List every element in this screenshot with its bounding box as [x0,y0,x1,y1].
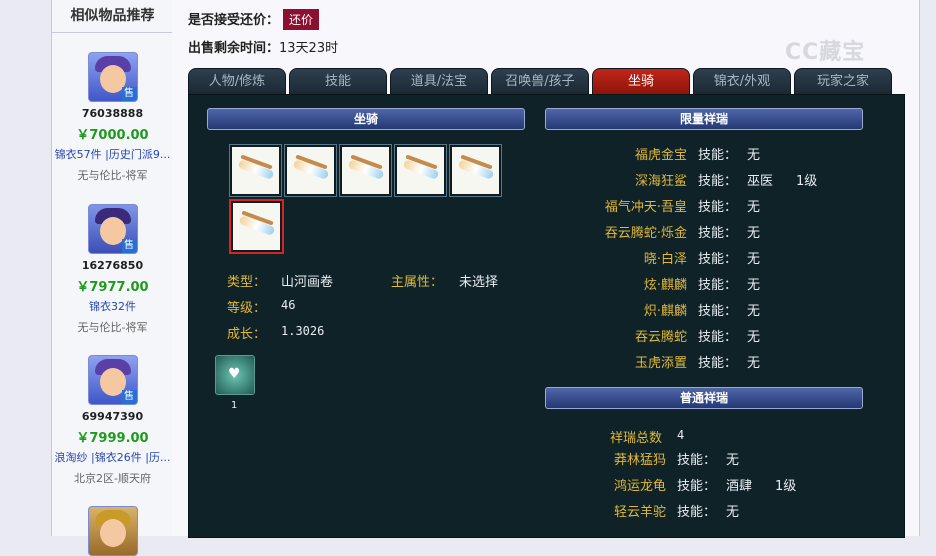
recommend-item[interactable]: 售 69947390 ￥7999.00 浪淘纱 |锦衣26件 |历... 北京2… [52,355,173,486]
skill-level: 1级 [775,479,797,494]
skill-label: 技能： [698,278,738,293]
recommend-item[interactable] [52,506,173,556]
skill-value: 无 [747,226,761,241]
haggle-label: 是否接受还价： [188,13,280,28]
avatar[interactable]: 售 [87,204,138,254]
haggle-row: 是否接受还价： 还价 [188,9,320,30]
item-server: 无与伦比-将军 [77,321,148,334]
ruixiang-name: 玉虎添置 [634,356,687,371]
tab-character[interactable]: 人物/修炼 [188,68,286,94]
ruixiang-row: 晓·白泽 技能： 无 [189,249,889,271]
time-value: 13天23时 [279,41,339,56]
main-panel: 是否接受还价： 还价 出售剩余时间：13天23时 CC藏宝 人物/修炼 技能 道具… [172,0,920,538]
ruixiang-row: 福虎金宝 技能： 无 [189,145,889,167]
item-id[interactable]: 69947390 [52,410,173,423]
ruixiang-row: 吞云腾蛇·烁金 技能： 无 [189,223,889,245]
recommend-item[interactable]: 售 16276850 ￥7977.00 锦衣32件 无与伦比-将军 [52,204,173,335]
tab-outfits[interactable]: 锦衣/外观 [693,68,791,94]
skill-label: 技能： [677,505,717,520]
haggle-badge: 还价 [283,9,320,30]
avatar[interactable]: 售 [87,355,138,405]
item-server: 北京2区-顺天府 [74,472,151,485]
ruixiang-name: 福虎金宝 [634,148,687,163]
item-id[interactable]: 76038888 [52,107,173,120]
tab-bar: 人物/修炼 技能 道具/法宝 召唤兽/孩子 坐骑 锦衣/外观 玩家之家 [188,68,908,94]
item-server: 无与伦比-将军 [77,169,148,182]
item-price: ￥7977.00 [76,280,149,295]
skill-value: 巫医 [747,174,774,189]
skill-value: 无 [747,252,761,267]
normal-section-title: 普通祥瑞 [545,387,863,409]
limited-section-title: 限量祥瑞 [545,108,863,130]
sale-badge: 售 [121,390,137,404]
tab-home[interactable]: 玩家之家 [794,68,892,94]
ruixiang-row: 炫·麒麟 技能： 无 [189,275,889,297]
ruixiang-row: 深海狂鲨 技能： 巫医 1级 [189,171,889,193]
ruixiang-name: 晓·白泽 [643,252,687,267]
skill-label: 技能： [698,226,738,241]
ruixiang-row: 玉虎添置 技能： 无 [189,353,889,375]
tab-skills[interactable]: 技能 [289,68,387,94]
skill-value: 无 [747,356,761,371]
item-price: ￥7000.00 [76,128,149,143]
tab-mount[interactable]: 坐骑 [592,68,690,94]
ruixiang-name: 莽林猛犸 [613,453,666,468]
item-tags[interactable]: 浪淘纱 |锦衣26件 |历... [52,449,173,465]
skill-value: 无 [747,200,761,215]
mount-section-title: 坐骑 [207,108,525,130]
item-id[interactable]: 16276850 [52,259,173,272]
item-tags[interactable]: 锦衣32件 [52,298,173,314]
total-label: 祥瑞总数 [610,431,663,446]
total-value: 4 [677,428,685,442]
skill-label: 技能： [698,200,738,215]
ruixiang-name: 福气冲天·吾皇 [604,200,687,215]
skill-value: 酒肆 [726,479,753,494]
skill-label: 技能： [698,174,738,189]
similar-items-sidebar: 相似物品推荐 售 76038888 ￥7000.00 锦衣57件 |历史门派9.… [51,0,174,556]
skill-value: 无 [726,505,740,520]
skill-label: 技能： [698,148,738,163]
time-label: 出售剩余时间： [188,41,280,56]
skill-value: 无 [747,330,761,345]
avatar[interactable] [87,506,138,556]
ruixiang-row: 吞云腾蛇 技能： 无 [189,327,889,349]
watermark-logo: CC藏宝 [785,40,866,65]
tab-items[interactable]: 道具/法宝 [390,68,488,94]
ruixiang-name: 炫·麒麟 [643,278,687,293]
ruixiang-name: 轻云羊驼 [613,505,666,520]
skill-level: 1级 [796,174,818,189]
ruixiang-name: 鸿运龙龟 [613,479,666,494]
avatar-face [99,519,126,547]
sale-badge: 售 [121,239,137,253]
skill-value: 无 [726,453,740,468]
skill-label: 技能： [698,304,738,319]
time-row: 出售剩余时间：13天23时 [188,37,338,56]
item-tags[interactable]: 锦衣57件 |历史门派9... [52,146,173,162]
ruixiang-row: 福气冲天·吾皇 技能： 无 [189,197,889,219]
ruixiang-name: 炽·麒麟 [643,304,687,319]
ruixiang-row: 炽·麒麟 技能： 无 [189,301,889,323]
ruixiang-name: 深海狂鲨 [634,174,687,189]
sidebar-title: 相似物品推荐 [52,0,173,33]
ruixiang-name: 吞云腾蛇 [634,330,687,345]
ruixiang-name: 吞云腾蛇·烁金 [604,226,687,241]
ruixiang-row: 莽林猛犸 技能： 无 [189,450,889,472]
skill-label: 技能： [698,252,738,267]
item-price: ￥7999.00 [76,431,149,446]
tab-summons[interactable]: 召唤兽/孩子 [491,68,589,94]
skill-label: 技能： [677,453,717,468]
skill-value: 无 [747,278,761,293]
skill-label: 技能： [698,330,738,345]
skill-label: 技能： [698,356,738,371]
sale-badge: 售 [121,87,137,101]
ruixiang-row: 鸿运龙龟 技能： 酒肆 1级 [189,476,889,498]
avatar[interactable]: 售 [87,52,138,102]
ruixiang-row: 轻云羊驼 技能： 无 [189,502,889,524]
skill-count: 1 [231,400,238,411]
skill-value: 无 [747,304,761,319]
skill-label: 技能： [677,479,717,494]
mount-content: 坐骑 类型： 山河画卷 主属性： 未选择 等级： 46 成长： 1.3026 ♥… [188,94,905,538]
skill-value: 无 [747,148,761,163]
recommend-item[interactable]: 售 76038888 ￥7000.00 锦衣57件 |历史门派9... 无与伦比… [52,52,173,183]
